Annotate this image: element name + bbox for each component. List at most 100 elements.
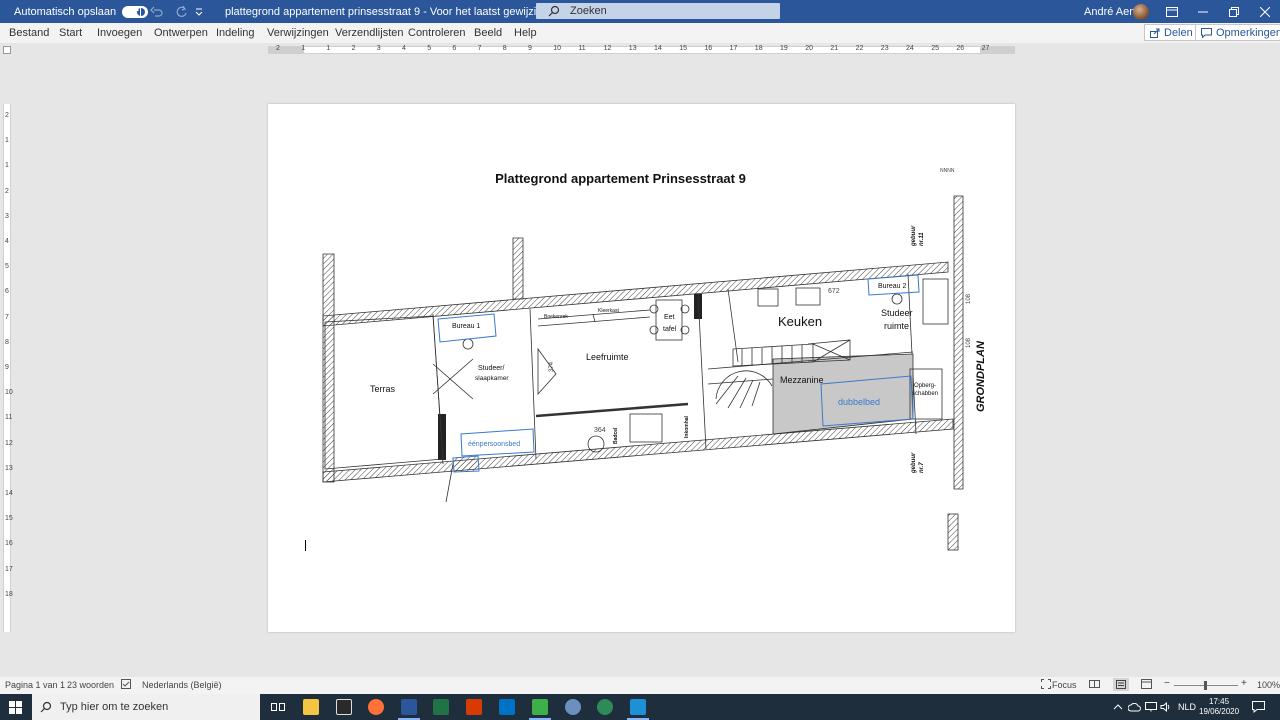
outlook-icon[interactable] (499, 699, 515, 715)
tab-verwijzingen[interactable]: Verwijzingen (267, 27, 329, 39)
file-explorer-icon[interactable] (303, 699, 319, 715)
tab-beeld[interactable]: Beeld (474, 27, 502, 39)
input-language[interactable]: NLD (1178, 694, 1196, 720)
label-nr11: nr.11 (919, 232, 925, 246)
redo-icon[interactable] (174, 0, 188, 23)
cloud-icon[interactable] (1128, 694, 1141, 720)
tab-indeling[interactable]: Indeling (216, 27, 255, 39)
search-icon (40, 701, 52, 713)
share-label: Delen (1164, 26, 1193, 39)
horizontal-ruler[interactable]: 2 1 1 2 3 4 5 6 7 8 9 10 11 12 13 14 15 16 17 18 19 20 21 22 23 2… (268, 45, 1015, 54)
save-icon[interactable] (128, 0, 142, 23)
ruler-number: 2 (276, 45, 280, 52)
title-bar: Automatisch opslaan plattegrond appartem… (0, 0, 1280, 23)
language-indicator[interactable]: Nederlands (België) (142, 680, 222, 690)
task-view-icon[interactable] (271, 694, 285, 720)
tab-invoegen[interactable]: Invoegen (97, 27, 142, 39)
vertical-ruler[interactable]: 2 1 1 2 3 4 5 6 7 8 9 10 11 12 13 14 15 16 17 18 (3, 104, 13, 632)
tab-selector[interactable] (3, 46, 11, 54)
tab-start[interactable]: Start (59, 27, 82, 39)
ruler-number: 2 (5, 187, 9, 195)
ruler-number: 14 (5, 490, 13, 497)
ruler-number: 10 (5, 389, 13, 397)
taskbar-search-input[interactable]: Typ hier om te zoeken (32, 694, 260, 720)
ruler-number: 10 (553, 45, 561, 52)
store-icon[interactable] (336, 699, 352, 715)
proofing-icon[interactable] (121, 679, 131, 691)
chevron-up-icon[interactable] (1113, 694, 1123, 720)
focus-button[interactable]: Focus (1052, 680, 1077, 690)
label-bureau-1: Bureau 1 (452, 323, 481, 330)
ruler-number: 7 (5, 313, 9, 321)
zoom-level[interactable]: 100% (1257, 680, 1280, 690)
dim-374: 374 (549, 361, 555, 372)
volume-icon[interactable] (1160, 694, 1172, 720)
word-count[interactable]: 23 woorden (67, 680, 114, 690)
floor-plan[interactable]: Terras Bureau 1 Studeer/ slaapkamer éénp… (268, 104, 1015, 632)
ruler-number: 22 (855, 45, 864, 52)
label-gebuur-bottom: gebuur (911, 452, 917, 474)
ruler-number: 1 (301, 45, 306, 52)
label-leefruimte: Leefruimte (586, 352, 629, 362)
label-studeer-1: Studeer/ (478, 365, 505, 372)
label-boekenrek: Boekenrek (544, 314, 568, 320)
ruler-number: 2 (5, 112, 9, 119)
acrobat-icon[interactable] (466, 699, 482, 715)
tab-help[interactable]: Help (514, 27, 537, 39)
print-layout-icon[interactable] (1113, 678, 1129, 691)
edge-icon[interactable] (597, 699, 613, 715)
ruler-number: 26 (956, 45, 965, 52)
ruler-number: 19 (780, 45, 788, 52)
ruler-number: 8 (5, 338, 9, 346)
label-ruimte: ruimte (884, 321, 909, 331)
read-mode-icon[interactable] (1089, 679, 1100, 691)
ribbon-tabs: Bestand Start Invoegen Ontwerpen Indelin… (0, 23, 1280, 43)
zoom-out-button[interactable]: − (1164, 678, 1170, 689)
label-mezzanine: Mezzanine (780, 375, 824, 385)
dim-364: 364 (594, 427, 606, 434)
minimize-icon[interactable] (1198, 0, 1208, 23)
green-app-icon[interactable] (532, 699, 548, 715)
ribbon-display-options-icon[interactable] (1166, 0, 1178, 23)
zoom-slider-thumb[interactable] (1204, 681, 1207, 690)
search-placeholder: Zoeken (570, 5, 607, 17)
close-icon[interactable] (1260, 0, 1270, 23)
network-icon[interactable] (1145, 694, 1157, 720)
tab-bestand[interactable]: Bestand (9, 27, 49, 39)
label-grondplan: GRONDPLAN (975, 340, 987, 412)
label-eet: Eet (664, 314, 675, 321)
ruler-number: 6 (452, 45, 457, 52)
avatar[interactable] (1133, 0, 1149, 23)
focus-icon[interactable] (1041, 679, 1051, 691)
notifications-icon[interactable] (1252, 694, 1265, 720)
page-count[interactable]: Pagina 1 van 1 (5, 680, 65, 690)
clock[interactable]: 17:45 19/06/2020 (1199, 694, 1239, 720)
undo-icon[interactable] (150, 0, 164, 23)
label-kleerkast: Kleerkast (598, 308, 619, 314)
word-icon[interactable] (401, 699, 417, 715)
excel-icon[interactable] (433, 699, 449, 715)
ruler-number: 12 (5, 439, 13, 447)
share-button[interactable]: Delen (1144, 24, 1199, 41)
teamviewer-icon[interactable] (630, 699, 646, 715)
dim-672: 672 (828, 288, 840, 295)
label-studeer: Studeer (881, 308, 913, 318)
label-tafel: tafel (663, 326, 677, 333)
customize-toolbar-icon[interactable] (195, 0, 203, 23)
clock-time: 17:45 (1209, 697, 1230, 706)
tab-controleren[interactable]: Controleren (408, 27, 465, 39)
settings-app-icon[interactable] (565, 699, 581, 715)
windows-start-icon[interactable] (9, 694, 22, 720)
search-input[interactable]: Zoeken (536, 3, 780, 19)
comments-button[interactable]: Opmerkingen (1195, 24, 1280, 41)
label-dubbelbed: dubbelbed (838, 397, 880, 407)
label-opberg: Opberg- (914, 383, 936, 389)
web-layout-icon[interactable] (1141, 679, 1152, 691)
document-page[interactable]: Plattegrond appartement Prinsesstraat 9 (268, 104, 1015, 632)
firefox-icon[interactable] (368, 699, 384, 715)
tab-ontwerpen[interactable]: Ontwerpen (154, 27, 208, 39)
zoom-in-button[interactable]: + (1241, 678, 1247, 689)
restore-icon[interactable] (1229, 0, 1239, 23)
label-badcel: Badcel (613, 427, 619, 444)
tab-verzendlijsten[interactable]: Verzendlijsten (335, 27, 404, 39)
